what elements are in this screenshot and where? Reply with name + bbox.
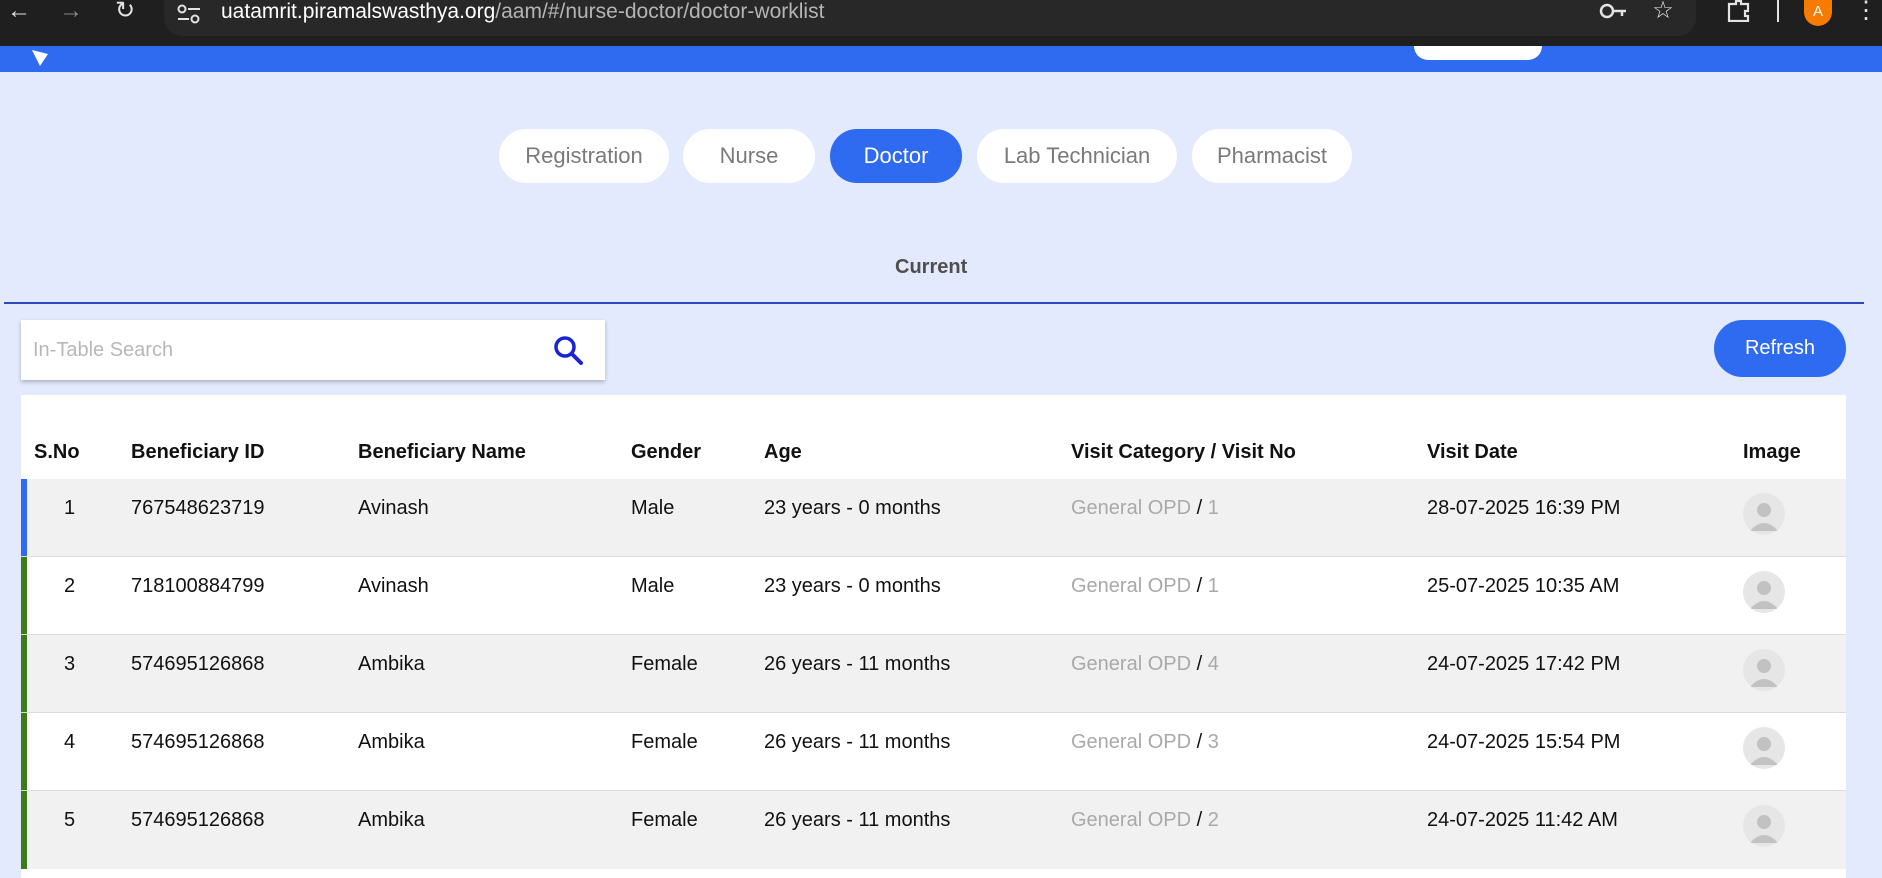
row-status-bar <box>21 479 27 557</box>
row-status-bar <box>21 791 27 869</box>
cell-sno: 2 <box>64 575 76 597</box>
cell-gender: Female <box>631 653 698 675</box>
cell-beneficiary-name: Ambika <box>358 731 425 753</box>
key-icon[interactable] <box>1598 0 1628 24</box>
tab-underline <box>4 302 1864 304</box>
avatar <box>1743 649 1785 691</box>
reload-icon[interactable]: ↻ <box>110 0 140 24</box>
app-header <box>0 46 1882 72</box>
tab-registration[interactable]: Registration <box>499 129 669 183</box>
toolbar-divider <box>1777 0 1779 22</box>
cell-visit-category: General OPD / 1 <box>1071 497 1219 519</box>
cell-age: 23 years - 0 months <box>764 497 941 519</box>
search-icon[interactable] <box>552 334 584 366</box>
table-row[interactable]: 1 767548623719 Avinash Male 23 years - 0… <box>21 479 1846 557</box>
cell-visit-date: 25-07-2025 10:35 AM <box>1427 575 1620 597</box>
cell-beneficiary-name: Avinash <box>358 497 429 519</box>
cell-age: 26 years - 11 months <box>764 653 951 675</box>
header-beneficiary-name[interactable]: Beneficiary Name <box>358 441 526 464</box>
cell-age: 26 years - 11 months <box>764 809 951 831</box>
row-status-bar <box>21 635 27 713</box>
refresh-button[interactable]: Refresh <box>1714 320 1846 377</box>
tab-doctor[interactable]: Doctor <box>830 129 962 183</box>
header-age[interactable]: Age <box>764 441 802 464</box>
cell-visit-category: General OPD / 2 <box>1071 809 1219 831</box>
cell-age: 26 years - 11 months <box>764 731 951 753</box>
url-text: uatamrit.piramalswasthya.org/aam/#/nurse… <box>221 0 825 23</box>
cell-beneficiary-id: 718100884799 <box>131 575 265 597</box>
cell-sno: 3 <box>64 653 76 675</box>
cell-visit-date: 24-07-2025 11:42 AM <box>1427 809 1618 831</box>
cell-beneficiary-name: Ambika <box>358 809 425 831</box>
avatar <box>1743 571 1785 613</box>
search-input[interactable] <box>33 320 533 380</box>
cell-visit-category: General OPD / 3 <box>1071 731 1219 753</box>
tab-current[interactable]: Current <box>895 256 967 279</box>
header-beneficiary-id[interactable]: Beneficiary ID <box>131 441 264 464</box>
cell-gender: Male <box>631 497 675 519</box>
cell-beneficiary-name: Avinash <box>358 575 429 597</box>
cell-age: 23 years - 0 months <box>764 575 941 597</box>
cell-beneficiary-id: 574695126868 <box>131 653 265 675</box>
cell-gender: Male <box>631 575 675 597</box>
avatar <box>1743 805 1785 847</box>
cell-sno: 1 <box>64 497 76 519</box>
app-logo-icon <box>32 50 48 66</box>
cell-visit-date: 28-07-2025 16:39 PM <box>1427 497 1621 519</box>
header-image: Image <box>1743 441 1801 463</box>
avatar <box>1743 493 1785 535</box>
avatar <box>1743 727 1785 769</box>
cell-beneficiary-id: 574695126868 <box>131 809 265 831</box>
star-icon[interactable]: ☆ <box>1648 0 1678 24</box>
cell-visit-category: General OPD / 1 <box>1071 575 1219 597</box>
row-status-bar <box>21 713 27 791</box>
cell-beneficiary-name: Ambika <box>358 653 425 675</box>
tab-pharmacist[interactable]: Pharmacist <box>1192 129 1352 183</box>
cell-beneficiary-id: 574695126868 <box>131 731 265 753</box>
search-container <box>21 320 605 380</box>
back-icon[interactable]: ← <box>4 0 34 24</box>
cell-gender: Female <box>631 809 698 831</box>
cell-beneficiary-id: 767548623719 <box>131 497 265 519</box>
header-gender[interactable]: Gender <box>631 441 701 464</box>
cell-sno: 4 <box>64 731 76 753</box>
header-visit-date[interactable]: Visit Date <box>1427 441 1518 464</box>
forward-icon[interactable]: → <box>56 0 86 24</box>
browser-toolbar: ← → ↻ uatamrit.piramalswasthya.org/aam/#… <box>0 0 1882 46</box>
cell-visit-date: 24-07-2025 15:54 PM <box>1427 731 1621 753</box>
cell-visit-category: General OPD / 4 <box>1071 653 1219 675</box>
profile-avatar[interactable]: A <box>1804 0 1832 26</box>
table-row[interactable]: 5 574695126868 Ambika Female 26 years - … <box>21 791 1846 869</box>
header-dropdown[interactable] <box>1414 46 1542 60</box>
cell-gender: Female <box>631 731 698 753</box>
cell-visit-date: 24-07-2025 17:42 PM <box>1427 653 1621 675</box>
table-row[interactable]: 3 574695126868 Ambika Female 26 years - … <box>21 635 1846 713</box>
table-row[interactable]: 2 718100884799 Avinash Male 23 years - 0… <box>21 557 1846 635</box>
role-tabs: Registration Nurse Doctor Lab Technician… <box>0 129 1882 183</box>
header-visit-category[interactable]: Visit Category / Visit No <box>1071 441 1296 464</box>
site-settings-icon[interactable] <box>176 4 202 24</box>
row-status-bar <box>21 557 27 635</box>
table-row[interactable]: 4 574695126868 Ambika Female 26 years - … <box>21 713 1846 791</box>
extensions-icon[interactable] <box>1724 0 1754 24</box>
tab-nurse[interactable]: Nurse <box>683 129 815 183</box>
cell-sno: 5 <box>64 809 76 831</box>
header-sno[interactable]: S.No <box>34 441 80 464</box>
tab-lab-technician[interactable]: Lab Technician <box>977 129 1177 183</box>
menu-icon[interactable]: ⋮ <box>1854 0 1878 24</box>
